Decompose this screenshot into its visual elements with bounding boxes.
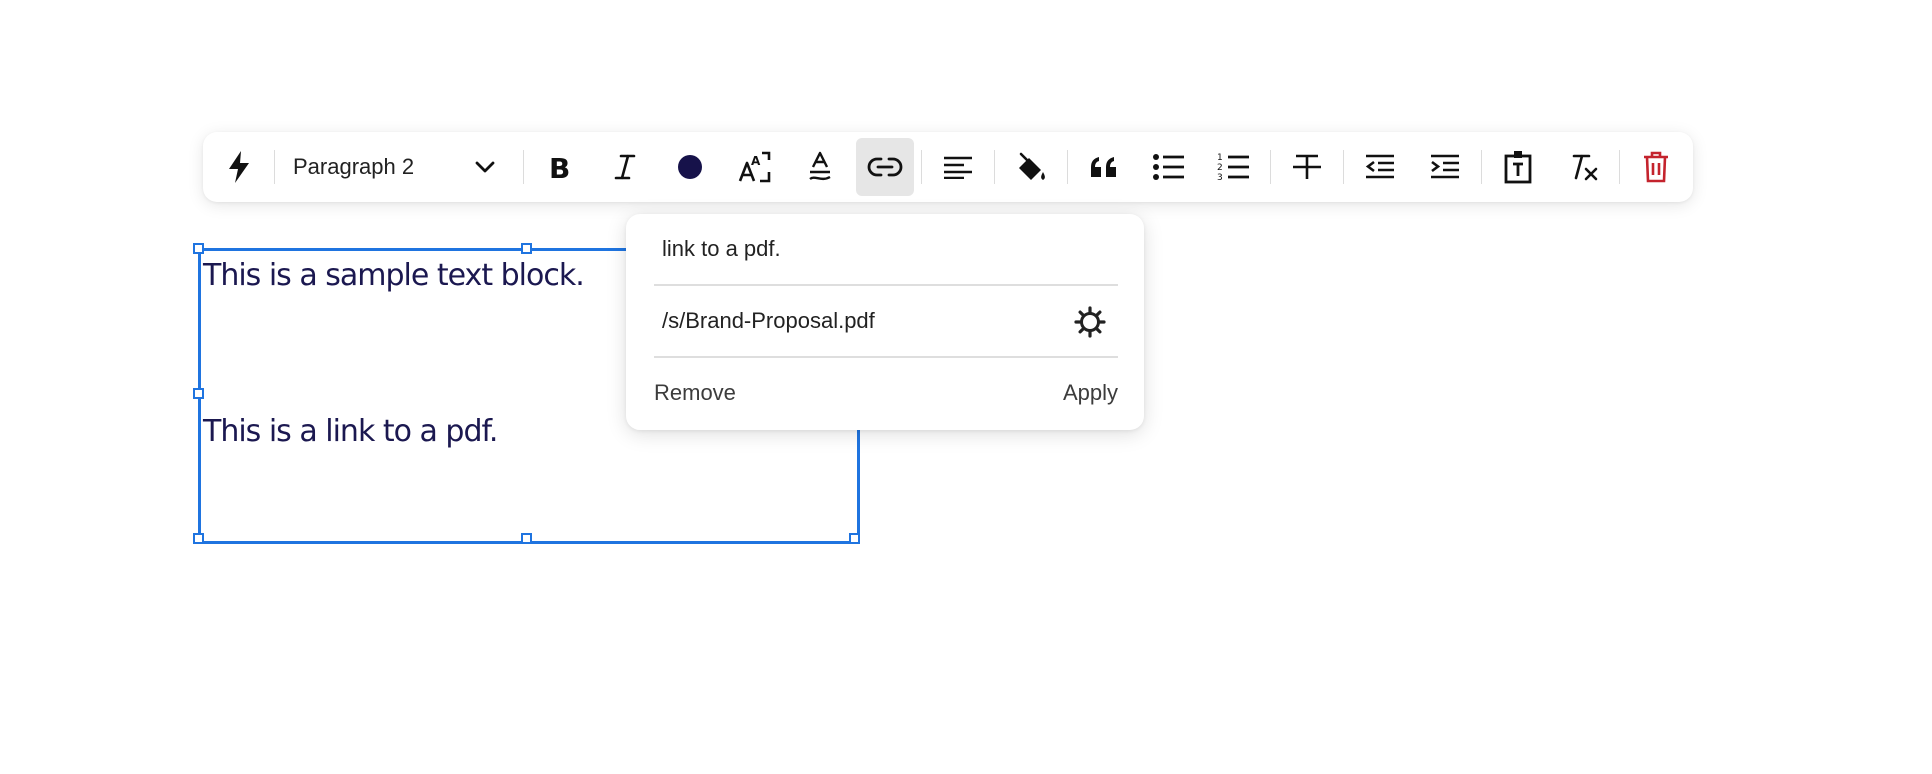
text-color-icon bbox=[678, 155, 702, 179]
svg-text:2: 2 bbox=[1217, 163, 1223, 173]
bold-button[interactable]: B bbox=[531, 138, 589, 196]
ai-lightning-button[interactable] bbox=[210, 138, 268, 196]
popover-divider bbox=[654, 284, 1118, 286]
resize-handle-bottom-center[interactable] bbox=[521, 533, 532, 544]
resize-handle-middle-left[interactable] bbox=[193, 388, 204, 399]
italic-icon bbox=[614, 154, 636, 180]
toolbar-divider bbox=[1619, 150, 1620, 184]
increase-indent-button[interactable] bbox=[1416, 138, 1474, 196]
toolbar-divider bbox=[1343, 150, 1344, 184]
bold-icon: B bbox=[549, 153, 570, 181]
remove-link-button[interactable]: Remove bbox=[654, 380, 736, 406]
text-highlight-button[interactable]: A bbox=[726, 138, 784, 196]
toolbar-divider bbox=[1481, 150, 1482, 184]
fill-color-icon bbox=[1019, 152, 1045, 180]
quote-icon bbox=[1091, 157, 1116, 177]
svg-text:1: 1 bbox=[1217, 153, 1223, 163]
text-highlight-icon: A bbox=[738, 151, 771, 183]
link-button[interactable] bbox=[856, 138, 914, 196]
increase-indent-icon bbox=[1431, 154, 1459, 179]
rich-text-toolbar: Paragraph 2 B A 1 2 3 bbox=[203, 132, 1693, 202]
link-url-field[interactable]: /s/Brand-Proposal.pdf bbox=[662, 308, 875, 334]
lightning-icon bbox=[229, 151, 249, 183]
svg-text:3: 3 bbox=[1217, 173, 1223, 182]
toolbar-divider bbox=[523, 150, 524, 184]
resize-handle-top-center[interactable] bbox=[521, 243, 532, 254]
resize-handle-top-left[interactable] bbox=[193, 243, 204, 254]
text-color-button[interactable] bbox=[661, 138, 719, 196]
numbered-list-button[interactable]: 1 2 3 bbox=[1205, 138, 1263, 196]
trash-icon bbox=[1644, 151, 1668, 183]
text-style-button[interactable] bbox=[791, 138, 849, 196]
resize-handle-bottom-right[interactable] bbox=[849, 533, 860, 544]
apply-link-button[interactable]: Apply bbox=[1063, 380, 1118, 406]
paragraph-style-label: Paragraph 2 bbox=[293, 154, 415, 179]
text-block-line-1[interactable]: This is a sample text block. bbox=[203, 258, 585, 293]
align-button[interactable] bbox=[929, 138, 987, 196]
popover-divider bbox=[654, 356, 1118, 358]
svg-text:A: A bbox=[751, 154, 761, 168]
toolbar-divider bbox=[921, 150, 922, 184]
text-box-icon bbox=[1504, 151, 1532, 184]
gear-icon bbox=[1074, 306, 1106, 338]
delete-button[interactable] bbox=[1627, 138, 1685, 196]
strikethrough-icon bbox=[1293, 154, 1321, 179]
italic-button[interactable] bbox=[596, 138, 654, 196]
toolbar-divider bbox=[1067, 150, 1068, 184]
text-block-line-2[interactable]: This is a link to a pdf. bbox=[203, 414, 498, 449]
strikethrough-button[interactable] bbox=[1278, 138, 1336, 196]
chevron-down-icon bbox=[475, 161, 495, 173]
text-style-icon bbox=[809, 151, 831, 181]
resize-handle-bottom-left[interactable] bbox=[193, 533, 204, 544]
link-editor-popover: link to a pdf. /s/Brand-Proposal.pdf Rem… bbox=[626, 214, 1144, 430]
numbered-list-icon: 1 2 3 bbox=[1217, 153, 1249, 182]
clear-formatting-button[interactable] bbox=[1554, 138, 1612, 196]
toolbar-divider bbox=[994, 150, 995, 184]
fill-color-button[interactable] bbox=[1002, 138, 1060, 196]
decrease-indent-icon bbox=[1365, 154, 1394, 179]
paragraph-style-dropdown[interactable]: Paragraph 2 bbox=[281, 138, 519, 196]
toolbar-divider bbox=[1270, 150, 1271, 184]
link-icon bbox=[867, 157, 903, 177]
decrease-indent-button[interactable] bbox=[1351, 138, 1409, 196]
clear-formatting-icon bbox=[1572, 154, 1598, 181]
quote-button[interactable] bbox=[1075, 138, 1133, 196]
svg-text:B: B bbox=[549, 153, 570, 181]
text-box-button[interactable] bbox=[1489, 138, 1547, 196]
link-settings-button[interactable] bbox=[1072, 304, 1108, 340]
align-left-icon bbox=[944, 156, 972, 179]
link-text-field[interactable]: link to a pdf. bbox=[662, 236, 781, 262]
toolbar-divider bbox=[274, 150, 275, 184]
bulleted-list-button[interactable] bbox=[1140, 138, 1198, 196]
bulleted-list-icon bbox=[1153, 154, 1184, 180]
